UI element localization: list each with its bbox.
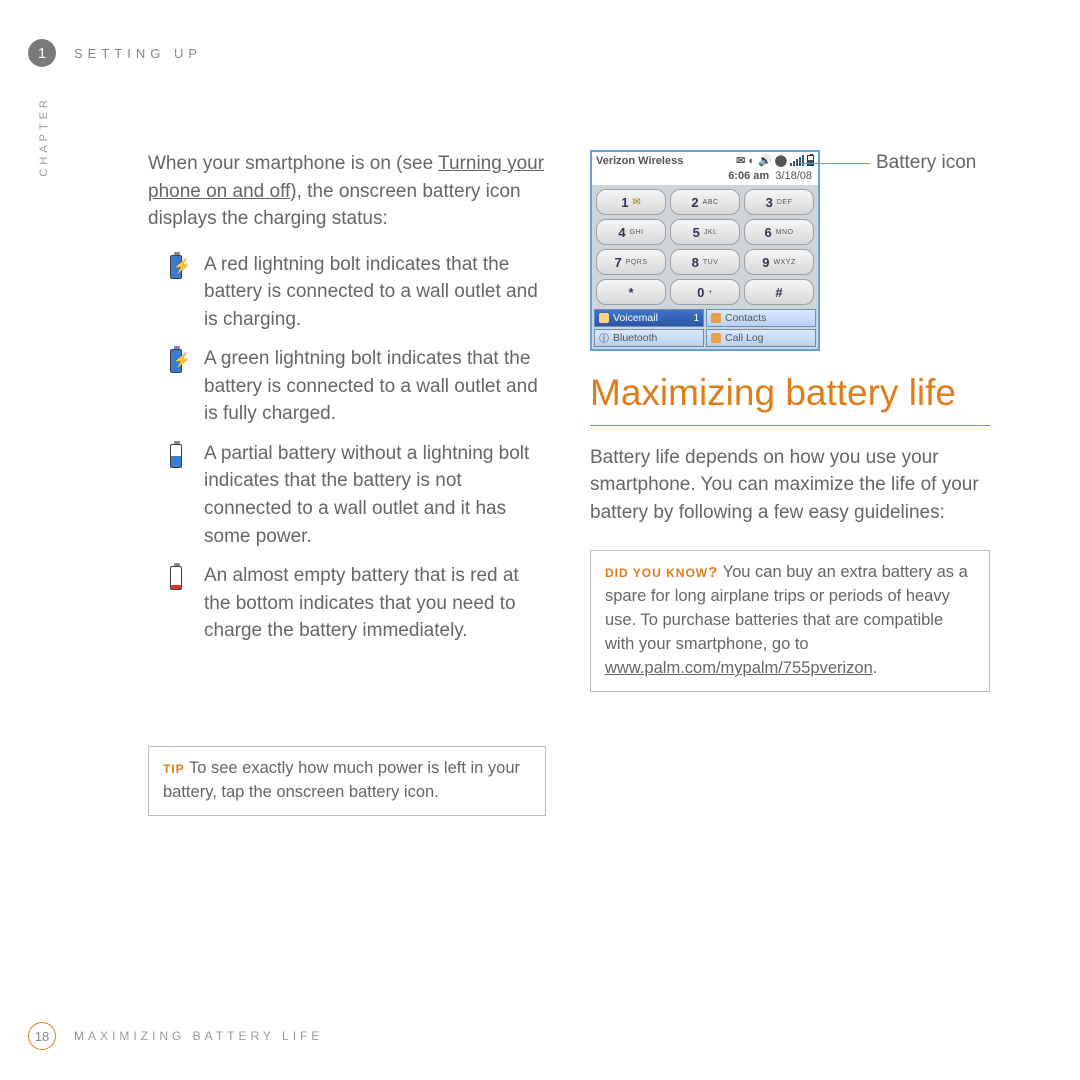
section-body: Battery life depends on how you use your… [590,444,990,527]
phone-clock-row: 6:06 am 3/18/08 [592,169,818,185]
phone-status-bar: Verizon Wireless ✉ ◐ 🔊 ⬤ [592,152,818,169]
softkey-contacts[interactable]: Contacts [706,309,816,327]
dyk-lead: DID YOU KNOW? [605,566,718,580]
key-4[interactable]: 4GHI [596,219,666,245]
softkey-bluetooth[interactable]: ᛒBluetooth [594,329,704,347]
key-8[interactable]: 8TUV [670,249,740,275]
list-item-text: A red lightning bolt indicates that the … [204,251,546,334]
sound-icon: 🔊 [758,154,772,167]
dyk-tail: . [873,659,878,677]
callout-label: Battery icon [876,152,976,174]
signal-icon [790,156,804,166]
sync-icon: ◐ [748,155,755,167]
mail-icon: ✉ [736,154,745,167]
battery-status-list: ⚡ A red lightning bolt indicates that th… [148,251,546,645]
list-item-text: A green lightning bolt indicates that th… [204,345,546,428]
page-header: 1 SETTING UP [28,38,1040,68]
key-5[interactable]: 5JKL [670,219,740,245]
list-item: ⚡ A red lightning bolt indicates that th… [148,251,546,334]
network-icon: ⬤ [775,154,787,167]
key-7[interactable]: 7PQRS [596,249,666,275]
key-hash[interactable]: # [744,279,814,305]
chapter-side-label: CHAPTER [38,96,50,177]
softkey-calllog[interactable]: Call Log [706,329,816,347]
list-item-text: A partial battery without a lightning bo… [204,440,546,550]
bluetooth-icon: ᛒ [599,333,609,343]
battery-icon[interactable] [807,155,814,166]
phone-time: 6:06 am [728,170,769,182]
dial-pad: 1✉ 2ABC 3DEF 4GHI 5JKL 6MNO 7PQRS 8TUV 9… [592,185,818,309]
phone-date: 3/18/08 [775,170,812,182]
page: 1 SETTING UP CHAPTER When your smartphon… [0,0,1080,1080]
phone-screenshot: Verizon Wireless ✉ ◐ 🔊 ⬤ 6:06 am 3/18/08 [590,150,990,351]
intro-pre: When your smartphone is on (see [148,153,438,174]
chapter-number-badge: 1 [28,39,56,67]
status-icons: ✉ ◐ 🔊 ⬤ [736,154,814,167]
left-column: When your smartphone is on (see Turning … [148,150,546,657]
battery-empty-icon [148,562,204,645]
battery-partial-icon [148,440,204,550]
chapter-name: SETTING UP [74,46,202,61]
right-column: Verizon Wireless ✉ ◐ 🔊 ⬤ 6:06 am 3/18/08 [590,150,990,692]
key-star[interactable]: * [596,279,666,305]
battery-charging-red-icon: ⚡ [148,251,204,334]
tip-body: To see exactly how much power is left in… [163,759,520,801]
key-2[interactable]: 2ABC [670,189,740,215]
key-9[interactable]: 9WXYZ [744,249,814,275]
callout-line [800,163,870,164]
tip-box: TIP To see exactly how much power is lef… [148,746,546,816]
key-0[interactable]: 0+ [670,279,740,305]
voicemail-icon [599,313,609,323]
list-item-text: An almost empty battery that is red at t… [204,562,546,645]
softkey-row-2: ᛒBluetooth Call Log [592,329,818,349]
key-1[interactable]: 1✉ [596,189,666,215]
battery-charged-green-icon: ⚡ [148,345,204,428]
dyk-link[interactable]: www.palm.com/mypalm/755pverizon [605,659,873,677]
voicemail-glyph-icon: ✉ [632,197,640,208]
footer-title: MAXIMIZING BATTERY LIFE [74,1029,323,1043]
carrier-label: Verizon Wireless [596,155,683,167]
section-heading: Maximizing battery life [590,371,990,426]
list-item: A partial battery without a lightning bo… [148,440,546,550]
key-3[interactable]: 3DEF [744,189,814,215]
softkey-row-1: Voicemail1 Contacts [592,309,818,329]
key-6[interactable]: 6MNO [744,219,814,245]
list-item: ⚡ A green lightning bolt indicates that … [148,345,546,428]
calllog-icon [711,333,721,343]
did-you-know-box: DID YOU KNOW? You can buy an extra batte… [590,550,990,692]
intro-paragraph: When your smartphone is on (see Turning … [148,150,546,233]
softkey-voicemail[interactable]: Voicemail1 [594,309,704,327]
page-number: 18 [28,1022,56,1050]
tip-lead: TIP [163,762,185,776]
contacts-icon [711,313,721,323]
phone-screen: Verizon Wireless ✉ ◐ 🔊 ⬤ 6:06 am 3/18/08 [590,150,820,351]
page-footer: 18 MAXIMIZING BATTERY LIFE [28,1022,323,1050]
list-item: An almost empty battery that is red at t… [148,562,546,645]
